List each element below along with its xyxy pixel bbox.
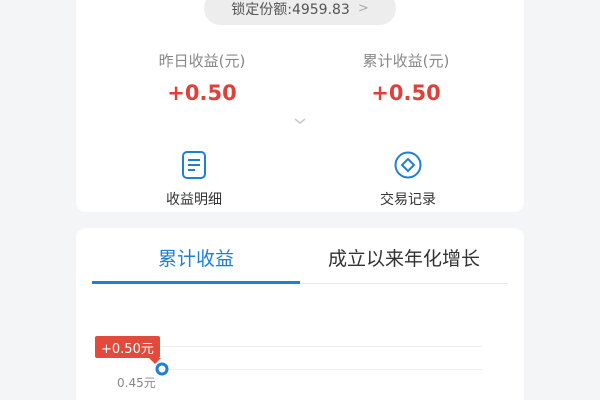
yesterday-earnings: 昨日收益(元) +0.50 [122, 50, 282, 105]
chevron-down-icon[interactable] [292, 116, 308, 126]
transaction-records-button[interactable]: 交易记录 [348, 150, 468, 209]
transaction-records-label: 交易记录 [380, 192, 436, 208]
diamond-coin-icon [394, 151, 422, 179]
chart-tooltip: +0.50元 [95, 336, 161, 364]
yesterday-earnings-value: +0.50 [167, 81, 237, 105]
cumulative-earnings: 累计收益(元) +0.50 [326, 50, 486, 105]
chart-gridline [160, 369, 482, 370]
cumulative-earnings-value: +0.50 [371, 81, 441, 105]
tab-annualized-growth[interactable]: 成立以来年化增长 [300, 244, 508, 272]
cumulative-earnings-label: 累计收益(元) [362, 52, 450, 70]
earnings-detail-button[interactable]: 收益明细 [134, 150, 254, 209]
locked-shares-pill[interactable]: 锁定份额:4959.83 > [204, 0, 396, 25]
earnings-detail-label: 收益明细 [166, 192, 222, 208]
yesterday-earnings-label: 昨日收益(元) [158, 52, 246, 70]
chevron-right-icon: > [357, 1, 369, 16]
locked-shares-label: 锁定份额:4959.83 [231, 1, 350, 18]
tab-cumulative-earnings[interactable]: 累计收益 [92, 244, 300, 272]
y-tick-label: 0.45元 [117, 376, 156, 390]
chart-gridline [160, 346, 482, 347]
document-icon [182, 151, 206, 179]
active-tab-indicator [92, 281, 300, 284]
